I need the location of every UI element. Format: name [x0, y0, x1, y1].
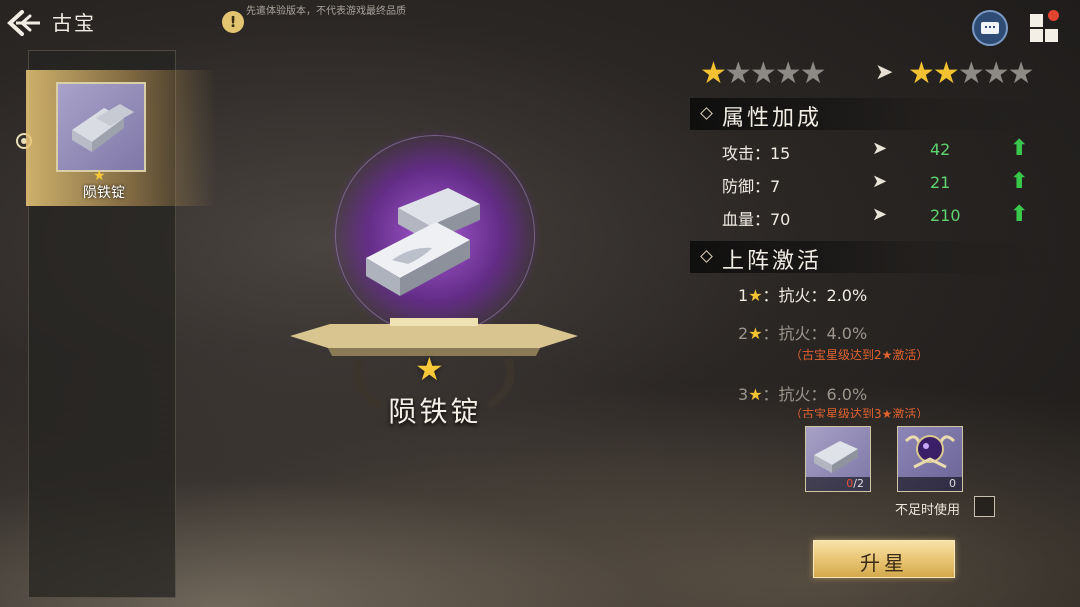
material-count: 0/2	[806, 477, 870, 491]
page-title: 古宝	[52, 11, 96, 35]
star-icon: ★	[748, 385, 763, 404]
next-star-rating: ★★★★★	[908, 56, 1035, 91]
exclamation-icon[interactable]: !	[222, 11, 244, 33]
attributes-heading: 属性加成	[690, 98, 1062, 131]
chat-icon[interactable]	[972, 10, 1008, 46]
attribute-next-value: 21	[930, 173, 951, 192]
use-when-insufficient-checkbox[interactable]	[974, 496, 995, 517]
upgrade-star-button[interactable]: 升星	[813, 540, 955, 578]
list-item[interactable]: ★ 陨铁锭	[26, 70, 216, 206]
activation-text: ：抗火：6.0%	[762, 385, 868, 404]
activation-note: （古宝星级达到2★激活）	[790, 348, 929, 362]
activation-row: 3★：抗火：6.0%	[738, 381, 867, 405]
star-icon: ★	[982, 56, 1010, 91]
arrow-right-icon: ➤	[872, 171, 888, 192]
activation-heading: 上阵激活	[690, 241, 1062, 274]
back-arrow-icon[interactable]	[6, 8, 42, 38]
diamond-icon	[700, 107, 713, 120]
star-icon: ★	[700, 56, 727, 91]
top-bar: 古宝 ! 先遣体验版本，不代表游戏最终品质	[0, 0, 1080, 46]
activation-row: 1★：抗火：2.0%	[738, 282, 867, 306]
star-icon: ★	[749, 56, 777, 91]
arrow-right-icon: ➤	[872, 138, 888, 159]
activation-text: ：抗火：2.0%	[762, 286, 868, 305]
iron-ingot-icon	[814, 441, 858, 473]
use-when-insufficient-label: 不足时使用	[895, 503, 961, 518]
upgrade-star-label: 升星	[860, 551, 908, 575]
star-icon: ★	[724, 56, 752, 91]
arrow-right-icon: ➤	[872, 204, 888, 225]
star-icon: ★	[774, 56, 802, 91]
activation-row: 2★：抗火：4.0%	[738, 320, 867, 344]
attribute-next-value: 210	[930, 206, 961, 225]
disclaimer-text: 先遣体验版本，不代表游戏最终品质	[246, 6, 406, 17]
up-arrow-icon: ⬆	[1010, 169, 1029, 194]
purple-orb-crest-icon	[904, 435, 956, 469]
attribute-next-value: 42	[930, 140, 951, 159]
star-icon: ★	[799, 56, 827, 91]
star-icon: ★	[748, 286, 763, 305]
material-slot[interactable]: 0	[897, 426, 963, 492]
activation-note: （古宝星级达到3★激活）	[790, 407, 929, 418]
star-icon: ★	[748, 324, 763, 343]
attribute-label: 攻击：15	[722, 144, 791, 163]
star-icon: ★	[932, 56, 960, 91]
grid-menu-icon[interactable]	[1028, 10, 1060, 44]
attribute-row: 血量：70 ➤ 210 ⬆	[722, 202, 1052, 230]
attribute-label: 血量：70	[722, 210, 791, 229]
iron-ingot-icon	[56, 82, 146, 172]
arrow-right-icon: ➤	[875, 60, 894, 85]
star-icon: ★	[957, 56, 985, 91]
diamond-icon	[700, 250, 713, 263]
iron-ingot-icon	[366, 188, 480, 296]
section-title: 属性加成	[722, 106, 823, 131]
activation-level: 3	[738, 385, 749, 404]
material-need: /2	[853, 477, 864, 490]
star-icon: ★	[415, 350, 444, 388]
up-arrow-icon: ⬆	[1010, 136, 1029, 161]
activation-level: 2	[738, 324, 749, 343]
current-star-rating: ★★★★★	[700, 56, 827, 91]
attribute-row: 攻击：15 ➤ 42 ⬆	[722, 136, 1052, 164]
section-title: 上阵激活	[722, 249, 823, 274]
up-arrow-icon: ⬆	[1010, 202, 1029, 227]
star-icon: ★	[908, 56, 935, 91]
list-item-name: 陨铁锭	[83, 185, 125, 201]
material-slot[interactable]: 0/2	[805, 426, 871, 492]
attribute-row: 防御：7 ➤ 21 ⬆	[722, 169, 1052, 197]
activation-text: ：抗火：4.0%	[762, 324, 868, 343]
star-icon: ★	[1007, 56, 1035, 91]
activation-level: 1	[738, 286, 749, 305]
attribute-label: 防御：7	[722, 177, 781, 196]
notification-dot	[1048, 10, 1059, 21]
treasure-name: 陨铁锭	[388, 395, 482, 428]
material-count: 0	[898, 477, 962, 491]
